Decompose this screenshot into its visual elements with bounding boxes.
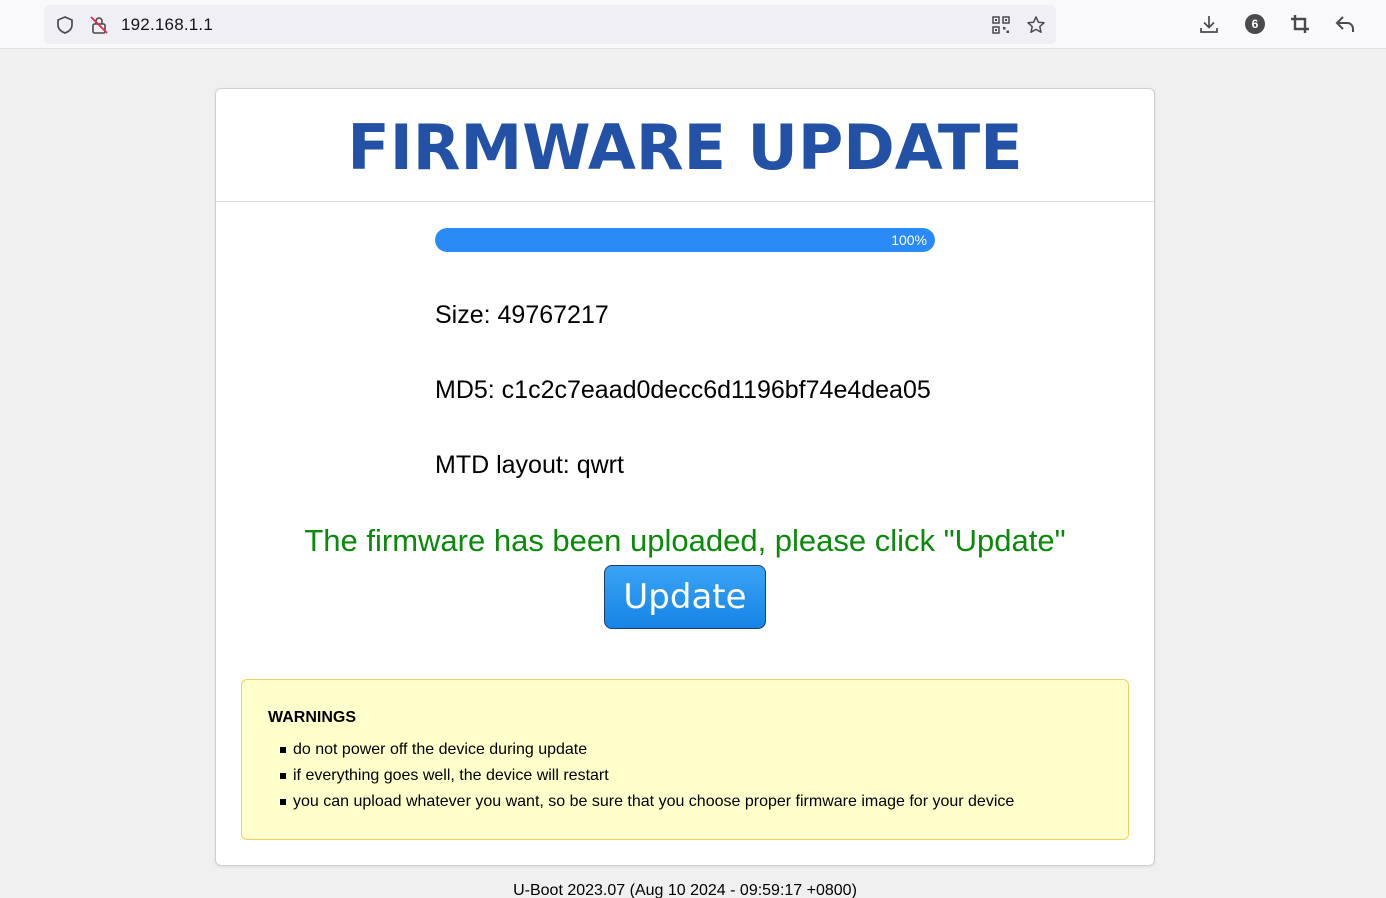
warnings-title: WARNINGS — [268, 709, 356, 726]
card-header: FIRMWARE UPDATE — [216, 89, 1154, 202]
crop-icon[interactable] — [1289, 13, 1311, 35]
update-button[interactable]: Update — [604, 565, 766, 629]
firmware-md5: MD5: c1c2c7eaad0decc6d1196bf74e4dea05 — [435, 376, 931, 404]
url-text[interactable]: 192.168.1.1 — [121, 15, 213, 35]
download-icon[interactable] — [1198, 13, 1220, 35]
shield-icon[interactable] — [55, 15, 75, 35]
progress-bar: 100% — [435, 228, 935, 252]
warning-item: you can upload whatever you want, so be … — [268, 793, 1014, 819]
warnings-list: do not power off the device during updat… — [268, 741, 1014, 819]
status-message: The firmware has been uploaded, please c… — [304, 523, 1066, 558]
bookmark-star-icon[interactable] — [1026, 15, 1046, 35]
extensions-badge-icon[interactable]: 6 — [1245, 14, 1265, 34]
firmware-size: Size: 49767217 — [435, 301, 609, 329]
insecure-lock-icon[interactable] — [89, 15, 109, 35]
address-bar[interactable]: 192.168.1.1 — [44, 5, 1056, 44]
progress-fill: 100% — [435, 228, 935, 252]
browser-toolbar: 192.168.1.1 6 — [0, 0, 1386, 49]
warning-item: if everything goes well, the device will… — [268, 767, 1014, 793]
progress-label: 100% — [891, 232, 927, 248]
back-arrow-icon[interactable] — [1334, 13, 1356, 35]
warnings-box: WARNINGS do not power off the device dur… — [241, 679, 1129, 840]
mtd-layout: MTD layout: qwrt — [435, 451, 624, 479]
warning-item: do not power off the device during updat… — [268, 741, 1014, 767]
qr-code-icon[interactable] — [991, 15, 1011, 35]
page-title: FIRMWARE UPDATE — [347, 111, 1023, 184]
footer-version: U-Boot 2023.07 (Aug 10 2024 - 09:59:17 +… — [513, 882, 857, 898]
firmware-update-card: FIRMWARE UPDATE 100% Size: 49767217 MD5:… — [215, 88, 1155, 866]
